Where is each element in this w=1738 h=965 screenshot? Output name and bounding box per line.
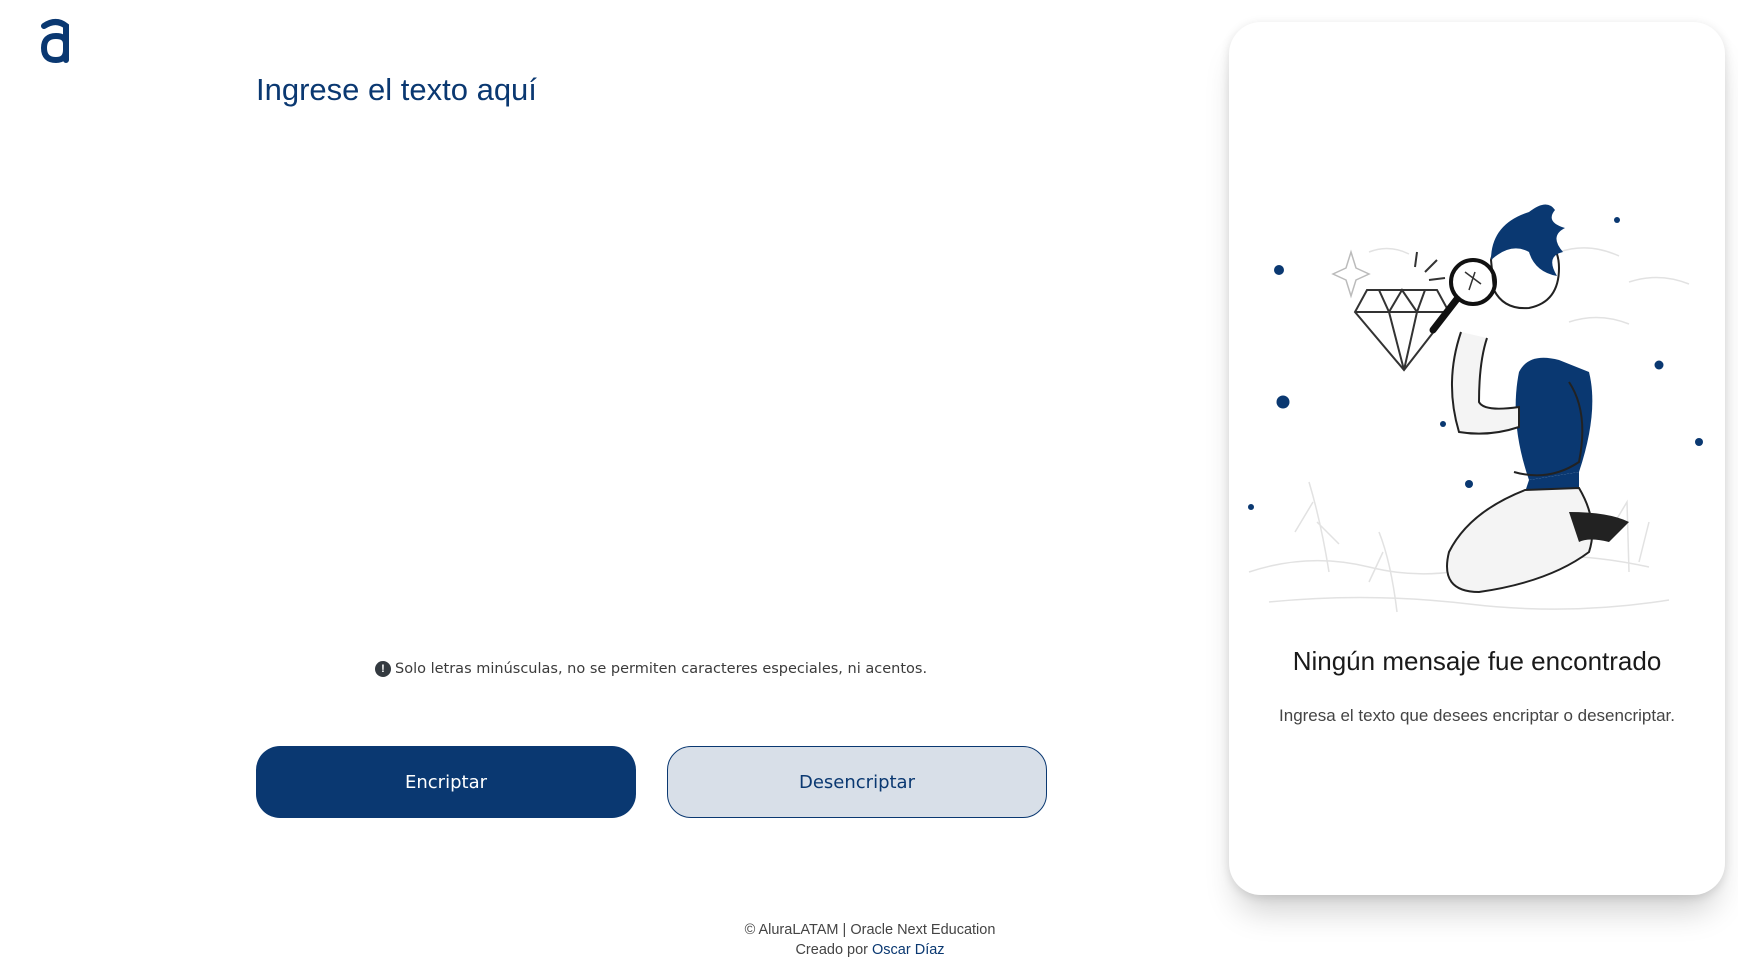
author-link[interactable]: Oscar Díaz [872, 942, 945, 958]
empty-state-subtitle: Ingresa el texto que desees encriptar o … [1279, 706, 1675, 725]
output-card: Ningún mensaje fue encontrado Ingresa el… [1229, 22, 1725, 895]
info-text: Solo letras minúsculas, no se permiten c… [395, 661, 928, 677]
exclamation-circle-icon: ! [375, 661, 391, 677]
page: ! Solo letras minúsculas, no se permiten… [0, 0, 1738, 965]
footer-created-by: Creado por [795, 942, 868, 958]
footer-credit: Creado por Oscar Díaz [700, 940, 1040, 960]
empty-state-title: Ningún mensaje fue encontrado [1292, 646, 1662, 676]
footer-copyright: © AluraLATAM | Oracle Next Education [744, 922, 996, 938]
encrypt-button[interactable]: Encriptar [256, 746, 636, 818]
person-magnifying-glass-diamond-illustration [1248, 204, 1703, 613]
footer: © AluraLATAM | Oracle Next Education Cre… [700, 920, 1040, 960]
text-input[interactable] [256, 70, 1056, 630]
alura-logo-icon[interactable] [38, 16, 74, 64]
info-message: ! Solo letras minúsculas, no se permiten… [375, 659, 927, 679]
decrypt-button[interactable]: Desencriptar [667, 746, 1047, 818]
